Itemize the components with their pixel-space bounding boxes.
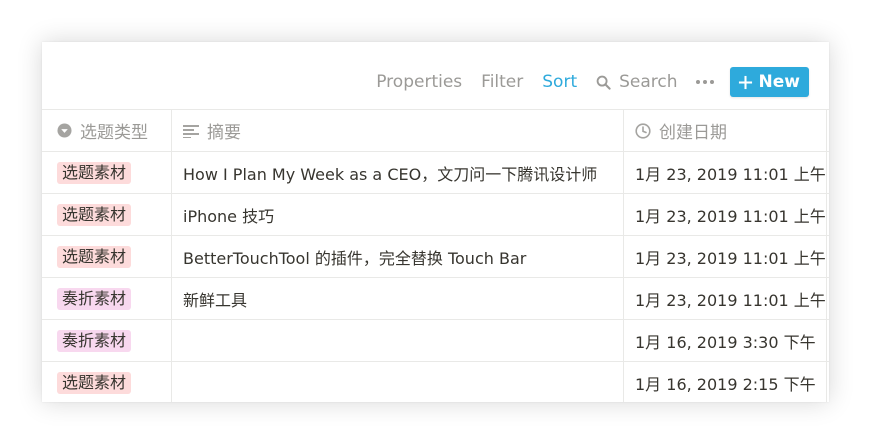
column-header-type[interactable]: 选题类型 bbox=[42, 110, 172, 151]
created-cell[interactable]: 1月 23, 2019 11:01 上午 bbox=[624, 236, 827, 277]
column-label: 创建日期 bbox=[659, 123, 727, 143]
clock-icon bbox=[635, 122, 651, 139]
search-icon bbox=[596, 75, 611, 90]
database-view: Properties Filter Sort Search New 选题类型 摘… bbox=[42, 42, 829, 402]
summary-cell[interactable] bbox=[172, 320, 624, 361]
filter-button[interactable]: Filter bbox=[481, 72, 523, 92]
created-cell[interactable]: 1月 16, 2019 3:30 下午 bbox=[624, 320, 827, 361]
table-row[interactable]: 选题素材 iPhone 技巧 1月 23, 2019 11:01 上午 bbox=[42, 194, 829, 236]
type-tag: 奏折素材 bbox=[57, 287, 132, 310]
summary-cell[interactable]: BetterTouchTool 的插件，完全替换 Touch Bar bbox=[172, 236, 624, 277]
plus-icon bbox=[738, 75, 752, 89]
type-cell[interactable]: 选题素材 bbox=[42, 194, 172, 235]
more-options-icon[interactable] bbox=[695, 80, 714, 84]
search-label: Search bbox=[619, 72, 678, 92]
column-header-created[interactable]: 创建日期 bbox=[624, 110, 827, 151]
summary-cell[interactable]: 新鲜工具 bbox=[172, 278, 624, 319]
type-cell[interactable]: 选题素材 bbox=[42, 152, 172, 193]
type-tag: 奏折素材 bbox=[57, 329, 132, 352]
table-row[interactable]: 选题素材 BetterTouchTool 的插件，完全替换 Touch Bar … bbox=[42, 236, 829, 278]
type-cell[interactable]: 奏折素材 bbox=[42, 320, 172, 361]
text-property-icon bbox=[183, 124, 199, 138]
column-label: 选题类型 bbox=[80, 123, 148, 143]
type-tag: 选题素材 bbox=[57, 245, 132, 268]
table-row[interactable]: 选题素材 How I Plan My Week as a CEO，文刀问一下腾讯… bbox=[42, 152, 829, 194]
select-property-icon bbox=[57, 123, 72, 138]
type-tag: 选题素材 bbox=[57, 203, 132, 226]
created-cell[interactable]: 1月 23, 2019 11:01 上午 bbox=[624, 194, 827, 235]
created-cell[interactable]: 1月 23, 2019 11:01 上午 bbox=[624, 278, 827, 319]
table-header: 选题类型 摘要 创建日期 bbox=[42, 109, 829, 152]
view-toolbar: Properties Filter Sort Search New bbox=[42, 64, 809, 100]
created-cell[interactable]: 1月 16, 2019 2:15 下午 bbox=[624, 362, 827, 402]
summary-cell[interactable]: How I Plan My Week as a CEO，文刀问一下腾讯设计师 bbox=[172, 152, 624, 193]
table-row[interactable]: 选题素材 1月 16, 2019 2:15 下午 bbox=[42, 362, 829, 402]
sort-button[interactable]: Sort bbox=[542, 72, 577, 92]
column-label: 摘要 bbox=[207, 123, 241, 143]
new-button-label: New bbox=[758, 72, 800, 92]
summary-cell[interactable]: iPhone 技巧 bbox=[172, 194, 624, 235]
search-button[interactable]: Search bbox=[596, 72, 678, 92]
table-row[interactable]: 奏折素材 新鲜工具 1月 23, 2019 11:01 上午 bbox=[42, 278, 829, 320]
summary-cell[interactable] bbox=[172, 362, 624, 402]
type-cell[interactable]: 选题素材 bbox=[42, 362, 172, 402]
table-row[interactable]: 奏折素材 1月 16, 2019 3:30 下午 bbox=[42, 320, 829, 362]
type-tag: 选题素材 bbox=[57, 371, 132, 394]
type-tag: 选题素材 bbox=[57, 161, 132, 184]
type-cell[interactable]: 选题素材 bbox=[42, 236, 172, 277]
type-cell[interactable]: 奏折素材 bbox=[42, 278, 172, 319]
column-header-summary[interactable]: 摘要 bbox=[172, 110, 624, 151]
properties-button[interactable]: Properties bbox=[376, 72, 462, 92]
new-button[interactable]: New bbox=[729, 67, 809, 97]
created-cell[interactable]: 1月 23, 2019 11:01 上午 bbox=[624, 152, 827, 193]
database-table: 选题类型 摘要 创建日期 选题素材 How I Plan My Week as … bbox=[42, 109, 829, 402]
